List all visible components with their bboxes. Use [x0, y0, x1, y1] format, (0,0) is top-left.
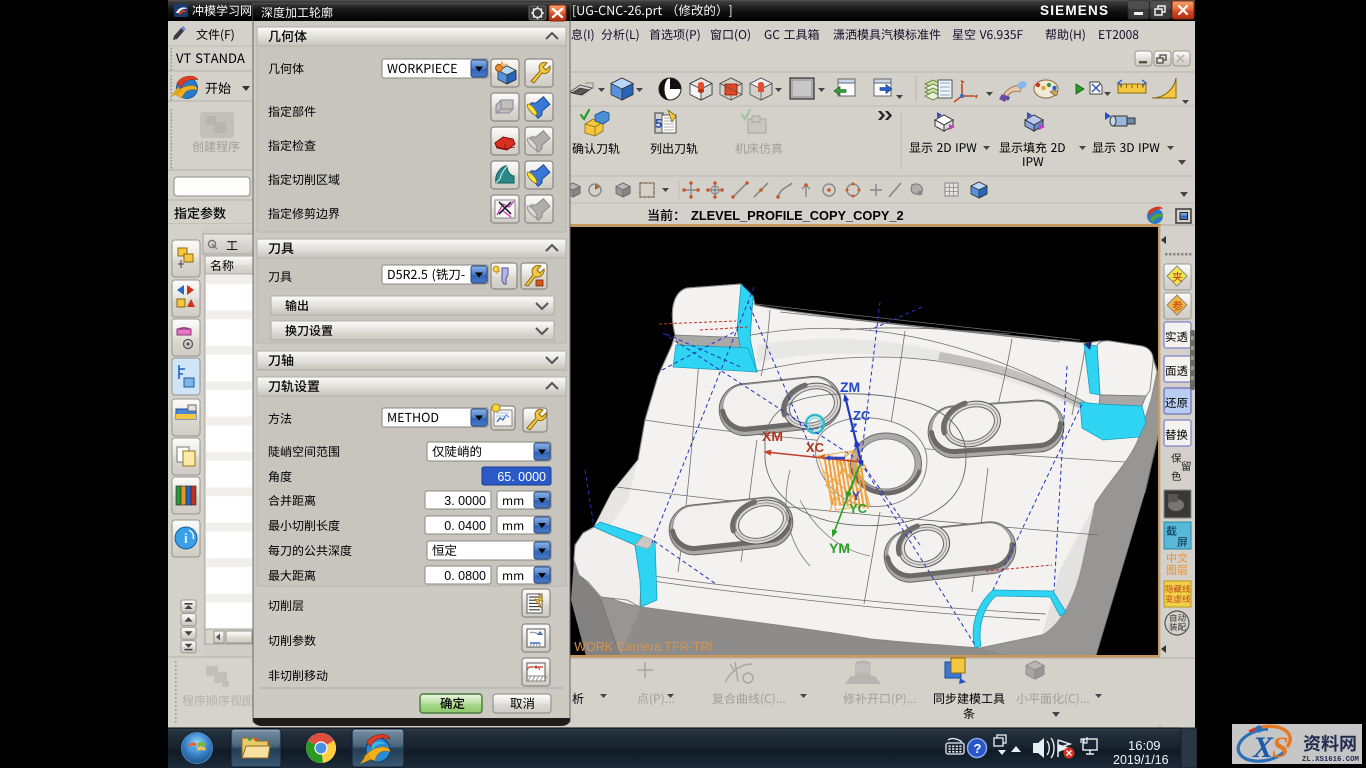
svg-text:YC: YC — [849, 501, 868, 516]
svg-text:2019/1/16: 2019/1/16 — [1113, 753, 1169, 767]
svg-text:l WORK Camera TFR-TRl: l WORK Camera TFR-TRl — [568, 640, 712, 654]
svg-text:?: ? — [974, 741, 982, 756]
svg-text:0. 0400: 0. 0400 — [444, 519, 486, 533]
svg-text:5: 5 — [655, 116, 662, 131]
svg-text:SIEMENS: SIEMENS — [1040, 3, 1109, 18]
svg-text:Z: Z — [850, 421, 857, 435]
svg-text:XC: XC — [806, 440, 825, 455]
svg-text:YM: YM — [829, 540, 850, 556]
svg-text:S: S — [1272, 731, 1289, 764]
svg-text:65. 0000: 65. 0000 — [497, 470, 546, 484]
svg-text:ZM: ZM — [840, 379, 860, 395]
svg-text:i: i — [184, 531, 188, 546]
svg-text:3. 0000: 3. 0000 — [444, 494, 486, 508]
svg-text:X: X — [1252, 731, 1274, 764]
svg-text:XM: XM — [762, 428, 783, 444]
svg-text:16:09: 16:09 — [1128, 738, 1161, 753]
svg-text:ZL.XS1616.COM: ZL.XS1616.COM — [1302, 756, 1360, 764]
svg-text:0. 0800: 0. 0800 — [444, 569, 486, 583]
svg-text:ZLEVEL_PROFILE_COPY_COPY_2: ZLEVEL_PROFILE_COPY_COPY_2 — [691, 208, 904, 223]
